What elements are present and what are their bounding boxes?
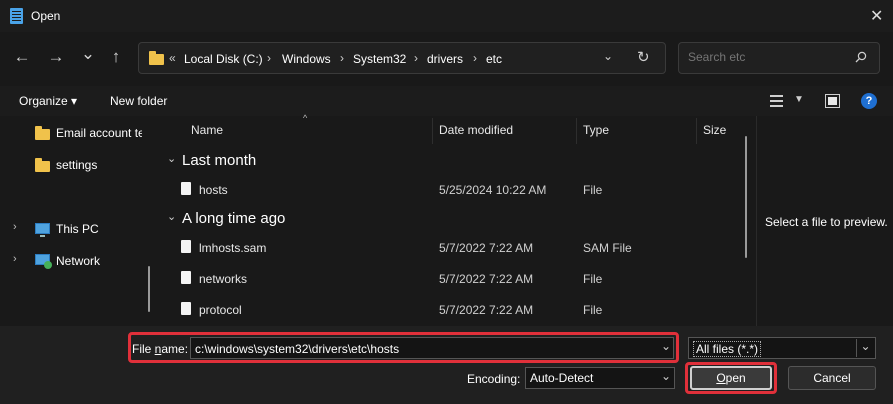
column-divider[interactable] bbox=[576, 118, 577, 144]
sidebar-item-email-account[interactable]: Email account te bbox=[0, 121, 158, 145]
sidebar-item-settings[interactable]: settings bbox=[0, 153, 158, 177]
open-button-highlight bbox=[685, 362, 777, 394]
new-folder-button[interactable]: New folder bbox=[110, 94, 167, 108]
cancel-button[interactable]: Cancel bbox=[788, 366, 876, 390]
help-icon[interactable]: ? bbox=[861, 93, 877, 109]
expand-chevron-icon[interactable]: › bbox=[13, 221, 17, 233]
file-type-filter-value: All files (*.*) bbox=[693, 341, 762, 357]
breadcrumb-etc[interactable]: etc bbox=[486, 52, 502, 66]
column-divider[interactable] bbox=[696, 118, 697, 144]
table-row[interactable]: protocol 5/7/2022 7:22 AM File bbox=[159, 296, 755, 326]
address-dropdown-icon[interactable]: ⌄ bbox=[603, 49, 613, 63]
file-date: 5/7/2022 7:22 AM bbox=[439, 272, 534, 286]
column-header-size[interactable]: Size bbox=[703, 123, 726, 137]
breadcrumb-separator[interactable]: › bbox=[267, 51, 271, 65]
column-divider[interactable] bbox=[432, 118, 433, 144]
view-dropdown-icon[interactable]: ▼ bbox=[794, 94, 804, 105]
breadcrumb-system32[interactable]: System32 bbox=[353, 52, 406, 66]
notepad-icon bbox=[10, 8, 23, 24]
column-header-type[interactable]: Type bbox=[583, 123, 609, 137]
sidebar-item-label: Email account te bbox=[56, 126, 142, 140]
window-title: Open bbox=[31, 9, 61, 23]
sidebar-item-network[interactable]: › Network bbox=[0, 249, 158, 273]
folder-icon bbox=[35, 158, 50, 172]
refresh-icon[interactable]: ↻ bbox=[637, 48, 650, 66]
forward-arrow-icon[interactable]: → bbox=[46, 45, 66, 69]
file-date: 5/7/2022 7:22 AM bbox=[439, 303, 534, 317]
preview-message: Select a file to preview. bbox=[765, 215, 888, 229]
encoding-select[interactable]: Auto-Detect ⌄ bbox=[525, 367, 675, 389]
overflow-chevron-icon[interactable]: « bbox=[169, 51, 176, 65]
encoding-label: Encoding: bbox=[467, 372, 521, 386]
file-list-scrollbar[interactable] bbox=[745, 136, 747, 258]
file-date: 5/7/2022 7:22 AM bbox=[439, 241, 534, 255]
breadcrumb-drivers[interactable]: drivers bbox=[427, 52, 463, 66]
column-header-date-modified[interactable]: Date modified bbox=[439, 123, 513, 137]
file-name-highlight bbox=[128, 332, 679, 363]
navigation-scrollbar[interactable] bbox=[148, 266, 150, 312]
file-name: networks bbox=[199, 272, 248, 286]
file-name: hosts bbox=[199, 183, 228, 197]
file-type-filter-select[interactable]: All files (*.*) ⌄ bbox=[688, 337, 876, 359]
file-date: 5/25/2024 10:22 AM bbox=[439, 183, 547, 197]
file-type: File bbox=[583, 183, 603, 197]
expand-chevron-icon[interactable]: › bbox=[13, 253, 17, 265]
folder-icon bbox=[35, 126, 50, 140]
file-type: SAM File bbox=[583, 241, 632, 255]
group-header-long-ago[interactable]: A long time ago bbox=[182, 210, 285, 227]
network-icon bbox=[35, 254, 52, 269]
collapse-chevron-icon[interactable]: ⌄ bbox=[167, 210, 176, 223]
collapse-chevron-icon[interactable]: ⌄ bbox=[167, 152, 176, 165]
file-type: File bbox=[583, 303, 603, 317]
up-arrow-icon[interactable]: ↑ bbox=[106, 45, 126, 69]
sidebar-item-label: This PC bbox=[56, 222, 99, 236]
breadcrumb-local-disk[interactable]: Local Disk (C:) bbox=[184, 52, 263, 66]
file-name: lmhosts.sam bbox=[199, 241, 267, 255]
close-icon[interactable]: ✕ bbox=[870, 6, 883, 26]
file-name: protocol bbox=[199, 303, 242, 317]
folder-icon bbox=[149, 51, 164, 65]
encoding-value: Auto-Detect bbox=[530, 371, 594, 385]
file-type-dropdown-icon[interactable]: ⌄ bbox=[856, 339, 874, 357]
breadcrumb-separator[interactable]: › bbox=[340, 51, 344, 65]
encoding-dropdown-icon[interactable]: ⌄ bbox=[661, 369, 671, 383]
file-icon bbox=[181, 240, 191, 253]
column-header-name[interactable]: Name bbox=[191, 123, 223, 137]
search-input[interactable] bbox=[688, 50, 848, 64]
group-header-last-month[interactable]: Last month bbox=[182, 152, 256, 169]
computer-icon bbox=[35, 223, 50, 237]
search-box[interactable] bbox=[678, 42, 880, 74]
back-arrow-icon[interactable]: ← bbox=[12, 45, 32, 69]
file-icon bbox=[181, 271, 191, 284]
breadcrumb-separator[interactable]: › bbox=[414, 51, 418, 65]
preview-pane-icon[interactable] bbox=[825, 94, 840, 108]
sidebar-item-label: Network bbox=[56, 254, 101, 268]
organize-button[interactable]: Organize ▾ bbox=[19, 94, 77, 108]
recent-locations-icon[interactable]: ⌄ bbox=[78, 42, 98, 66]
sidebar-item-this-pc[interactable]: › This PC bbox=[0, 217, 158, 241]
file-icon bbox=[181, 182, 191, 195]
title-bar: Open ✕ bbox=[0, 0, 893, 32]
breadcrumb-windows[interactable]: Windows bbox=[282, 52, 331, 66]
address-bar[interactable]: « Local Disk (C:) › Windows › System32 ›… bbox=[138, 42, 666, 74]
file-icon bbox=[181, 302, 191, 315]
file-type: File bbox=[583, 272, 603, 286]
sort-ascending-icon: ^ bbox=[303, 113, 308, 123]
breadcrumb-separator[interactable]: › bbox=[473, 51, 477, 65]
view-options-icon[interactable] bbox=[770, 95, 786, 107]
search-icon[interactable] bbox=[855, 51, 867, 63]
sidebar-item-label: settings bbox=[56, 158, 98, 172]
